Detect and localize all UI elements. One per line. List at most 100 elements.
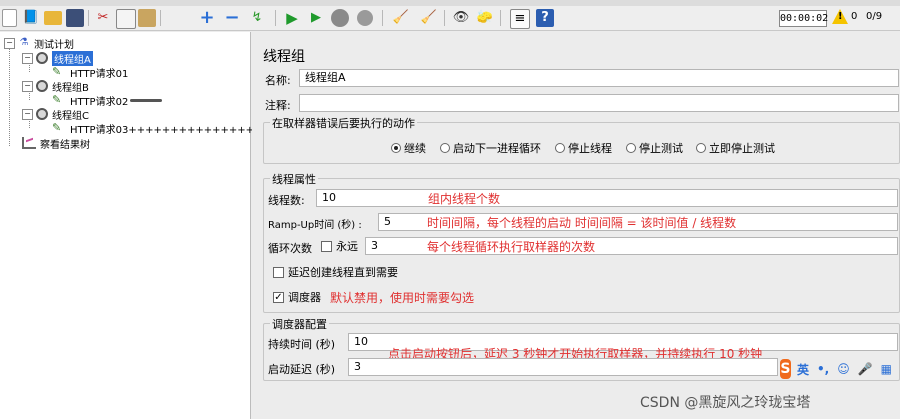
help-icon[interactable]: ? <box>536 9 554 27</box>
watermark: CSDN @黑旋风之玲珑宝塔 <box>640 395 811 411</box>
radio-stop-test[interactable]: 停止测试 <box>626 140 683 156</box>
forever-checkbox[interactable]: 永远 <box>321 238 358 254</box>
emoji-icon[interactable]: ☺ <box>837 362 850 376</box>
rampup-label: Ramp-Up时间 (秒) : <box>268 220 362 231</box>
tree-item-http-request-02[interactable]: ✎ HTTP请求02 <box>52 93 163 108</box>
ime-mode[interactable]: 英 <box>797 361 809 378</box>
radio-label: 停止线程 <box>568 142 612 155</box>
reset-search-icon[interactable]: 🧽 <box>476 9 494 27</box>
collapse-toggle-icon[interactable]: − <box>22 80 33 92</box>
name-field[interactable]: 线程组A <box>299 69 899 87</box>
page-title: 线程组 <box>263 49 305 65</box>
threads-label: 线程数: <box>268 194 305 207</box>
tree-item-http-request-03[interactable]: ✎ HTTP请求03+++++++++++++++++ <box>52 121 271 136</box>
radio-label: 停止测试 <box>639 142 683 155</box>
radio-stop-test-now[interactable]: 立即停止测试 <box>696 140 775 156</box>
scheduler-config-title: 调度器配置 <box>270 316 329 332</box>
stop-icon[interactable] <box>331 9 349 27</box>
sampler-icon: ✎ <box>52 121 62 134</box>
delay-thread-creation-checkbox[interactable]: 延迟创建线程直到需要 <box>273 264 398 280</box>
tree-item-thread-group-b[interactable]: − 线程组B <box>22 79 89 94</box>
function-helper-icon[interactable]: ≡ <box>510 9 530 29</box>
paste-icon[interactable] <box>138 9 156 27</box>
elapsed-timer: 00:00:02 <box>779 10 828 27</box>
test-plan-tree: − ⚗ 测试计划 − 线程组A ✎ HTTP请求01 − 线程组B ✎ HTTP… <box>0 32 271 419</box>
rampup-annotation: 时间间隔，每个线程的启动 时间间隔 = 该时间值 / 线程数 <box>427 216 737 230</box>
open-icon[interactable] <box>44 11 62 25</box>
collapse-toggle-icon[interactable]: − <box>4 37 15 49</box>
templates-icon[interactable]: 📘 <box>22 9 40 27</box>
thread-properties-title: 线程属性 <box>270 171 318 187</box>
thread-group-icon <box>36 108 48 120</box>
active-threads-count: 0/9 <box>866 11 883 22</box>
punctuation-icon[interactable]: •, <box>817 362 829 376</box>
name-label: 名称: <box>265 74 291 87</box>
radio-start-next-loop[interactable]: 启动下一进程循环 <box>440 140 541 156</box>
tree-item-label: HTTP请求02 <box>70 96 129 108</box>
search-icon[interactable]: 👁 <box>452 9 470 27</box>
collapse-toggle-icon[interactable]: − <box>22 108 33 120</box>
radio-label: 启动下一进程循环 <box>453 142 541 155</box>
toggle-icon[interactable]: ↯ <box>248 9 266 27</box>
clear-all-icon[interactable]: 🧹 <box>420 9 438 27</box>
toolbar: 📘 ✂ + − ↯ ▶ ▶ 🧹 🧹 👁 🧽 ≡ ? 00:00:02 0 0/9 <box>0 6 900 31</box>
ime-toolbar[interactable]: S 英 •, ☺ 🎤 ▦ <box>780 358 900 380</box>
strike-mark <box>130 98 163 102</box>
sampler-icon: ✎ <box>52 93 62 106</box>
tree-item-label: 测试计划 <box>34 39 74 51</box>
thread-group-icon <box>36 80 48 92</box>
tree-item-label: HTTP请求03+++++++++++++++++ <box>70 124 271 136</box>
copy-icon[interactable] <box>116 9 136 29</box>
forever-label: 永远 <box>336 240 358 253</box>
start-icon[interactable]: ▶ <box>283 9 301 27</box>
loop-annotation: 每个线程循环执行取样器的次数 <box>427 240 596 254</box>
threads-field[interactable]: 10 <box>316 189 898 207</box>
duration-label: 持续时间 (秒) <box>268 338 336 351</box>
microphone-icon[interactable]: 🎤 <box>858 362 873 376</box>
tree-item-test-plan[interactable]: − ⚗ 测试计划 <box>4 36 74 51</box>
radio-icon <box>626 143 636 153</box>
keyboard-icon[interactable]: ▦ <box>881 362 892 376</box>
test-plan-icon: ⚗ <box>19 37 29 48</box>
tree-item-label: 线程组C <box>52 110 89 122</box>
tree-item-label: 线程组B <box>52 82 89 94</box>
radio-label: 继续 <box>404 142 426 155</box>
clear-icon[interactable]: 🧹 <box>392 9 410 27</box>
threads-annotation: 组内线程个数 <box>428 192 501 206</box>
save-icon[interactable] <box>66 9 84 27</box>
tree-item-http-request-01[interactable]: ✎ HTTP请求01 <box>52 65 129 80</box>
tree-item-label: 察看结果树 <box>40 139 90 151</box>
radio-icon <box>440 143 450 153</box>
tree-item-label: 线程组A <box>52 50 93 66</box>
collapse-toggle-icon[interactable]: − <box>22 52 33 64</box>
warning-count: 0 <box>851 11 858 22</box>
radio-icon <box>696 143 706 153</box>
tree-item-view-results-tree[interactable]: 察看结果树 <box>22 136 90 151</box>
sogou-logo-icon: S <box>780 359 791 379</box>
tree-item-thread-group-a[interactable]: − 线程组A <box>22 50 93 66</box>
startup-delay-field[interactable]: 3 <box>348 358 778 376</box>
sampler-icon: ✎ <box>52 65 62 78</box>
radio-icon <box>555 143 565 153</box>
delay-thread-creation-label: 延迟创建线程直到需要 <box>288 266 398 279</box>
comment-label: 注释: <box>265 99 291 112</box>
new-icon[interactable] <box>2 9 17 27</box>
loop-count-label: 循环次数 <box>268 242 312 255</box>
warning-icon[interactable] <box>832 9 848 24</box>
shutdown-icon[interactable] <box>357 10 373 26</box>
checkbox-icon <box>321 240 332 252</box>
comment-field[interactable] <box>299 94 899 112</box>
tree-item-thread-group-c[interactable]: − 线程组C <box>22 107 89 122</box>
scheduler-checkbox[interactable]: ✓ 调度器 <box>273 289 321 305</box>
scheduler-label: 调度器 <box>288 291 321 304</box>
cut-icon[interactable]: ✂ <box>94 9 112 27</box>
checkbox-checked-icon: ✓ <box>273 291 284 303</box>
expand-icon[interactable]: + <box>198 9 216 27</box>
checkbox-icon <box>273 266 284 278</box>
radio-continue[interactable]: 继续 <box>391 140 426 156</box>
radio-stop-thread[interactable]: 停止线程 <box>555 140 612 156</box>
start-no-pause-icon[interactable]: ▶ <box>307 9 325 27</box>
collapse-icon[interactable]: − <box>223 9 241 27</box>
startup-delay-label: 启动延迟 (秒) <box>268 363 336 376</box>
tree-item-label: HTTP请求01 <box>70 68 129 80</box>
